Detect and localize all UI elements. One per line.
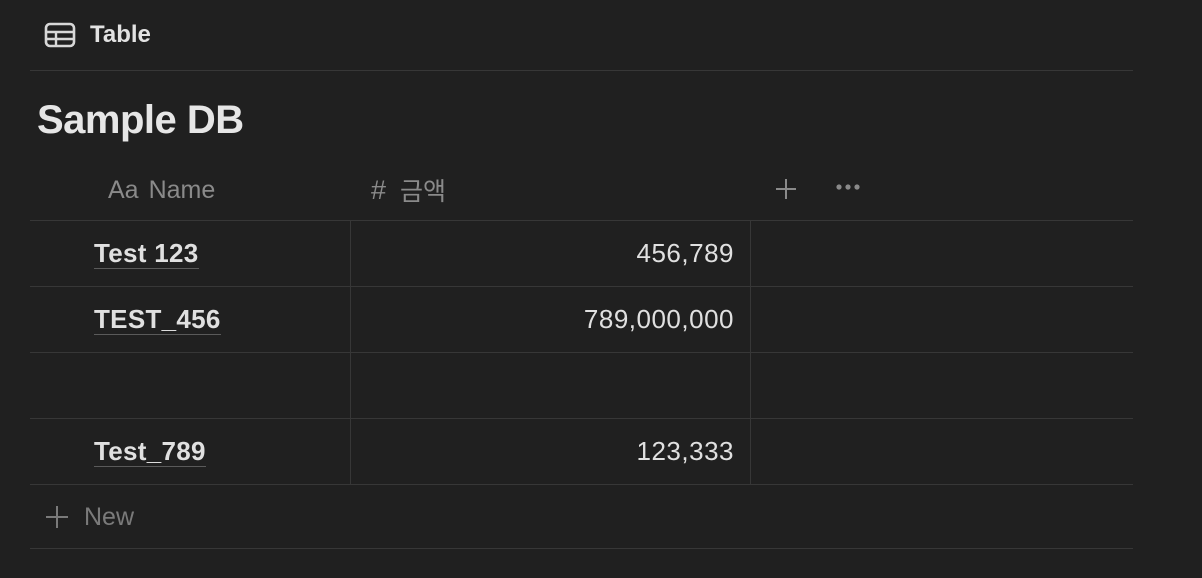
plus-icon (44, 504, 70, 530)
column-options-button[interactable] (833, 174, 863, 204)
table-row[interactable] (30, 353, 1133, 419)
add-new-row-button[interactable]: New (30, 487, 1133, 547)
row-title[interactable]: Test 123 (94, 238, 199, 269)
row-title[interactable]: Test_789 (94, 436, 206, 467)
table-row[interactable]: TEST_456 789,000,000 (30, 287, 1133, 353)
more-horizontal-icon (833, 184, 863, 208)
empty-cell[interactable] (752, 221, 1133, 286)
name-cell[interactable] (30, 353, 351, 418)
column-header-amount[interactable]: # 금액 (371, 160, 446, 220)
view-tab-table[interactable]: Table (44, 18, 151, 52)
amount-cell[interactable]: 123,333 (352, 419, 751, 484)
table-header: Aa Name # 금액 (30, 160, 1133, 220)
column-header-name[interactable]: Aa Name (108, 160, 215, 220)
column-header-label: 금액 (400, 178, 447, 206)
amount-cell[interactable]: 789,000,000 (352, 287, 751, 352)
empty-cell[interactable] (752, 287, 1133, 352)
amount-cell[interactable] (352, 353, 751, 418)
name-cell[interactable]: TEST_456 (30, 287, 351, 352)
name-cell[interactable]: Test 123 (30, 221, 351, 286)
text-property-icon: Aa (108, 175, 139, 204)
amount-cell[interactable]: 456,789 (352, 221, 751, 286)
number-property-icon: # (371, 174, 387, 205)
table-row[interactable]: Test 123 456,789 (30, 221, 1133, 287)
database-page: Table Sample DB Aa Name # 금액 Test 123 45… (0, 0, 1202, 578)
new-row-label: New (84, 502, 135, 531)
footer-divider (30, 548, 1133, 549)
table-body: Test 123 456,789 TEST_456 789,000,000 Te… (30, 221, 1133, 485)
table-row[interactable]: Test_789 123,333 (30, 419, 1133, 485)
row-title[interactable]: TEST_456 (94, 304, 221, 335)
database-title[interactable]: Sample DB (37, 98, 244, 143)
view-divider (30, 70, 1133, 71)
plus-icon (771, 179, 801, 208)
add-column-button[interactable] (771, 174, 801, 204)
column-header-label: Name (148, 175, 216, 204)
empty-cell[interactable] (752, 419, 1133, 484)
table-icon (44, 22, 76, 48)
name-cell[interactable]: Test_789 (30, 419, 351, 484)
view-tab-label: Table (90, 21, 151, 48)
empty-cell[interactable] (752, 353, 1133, 418)
